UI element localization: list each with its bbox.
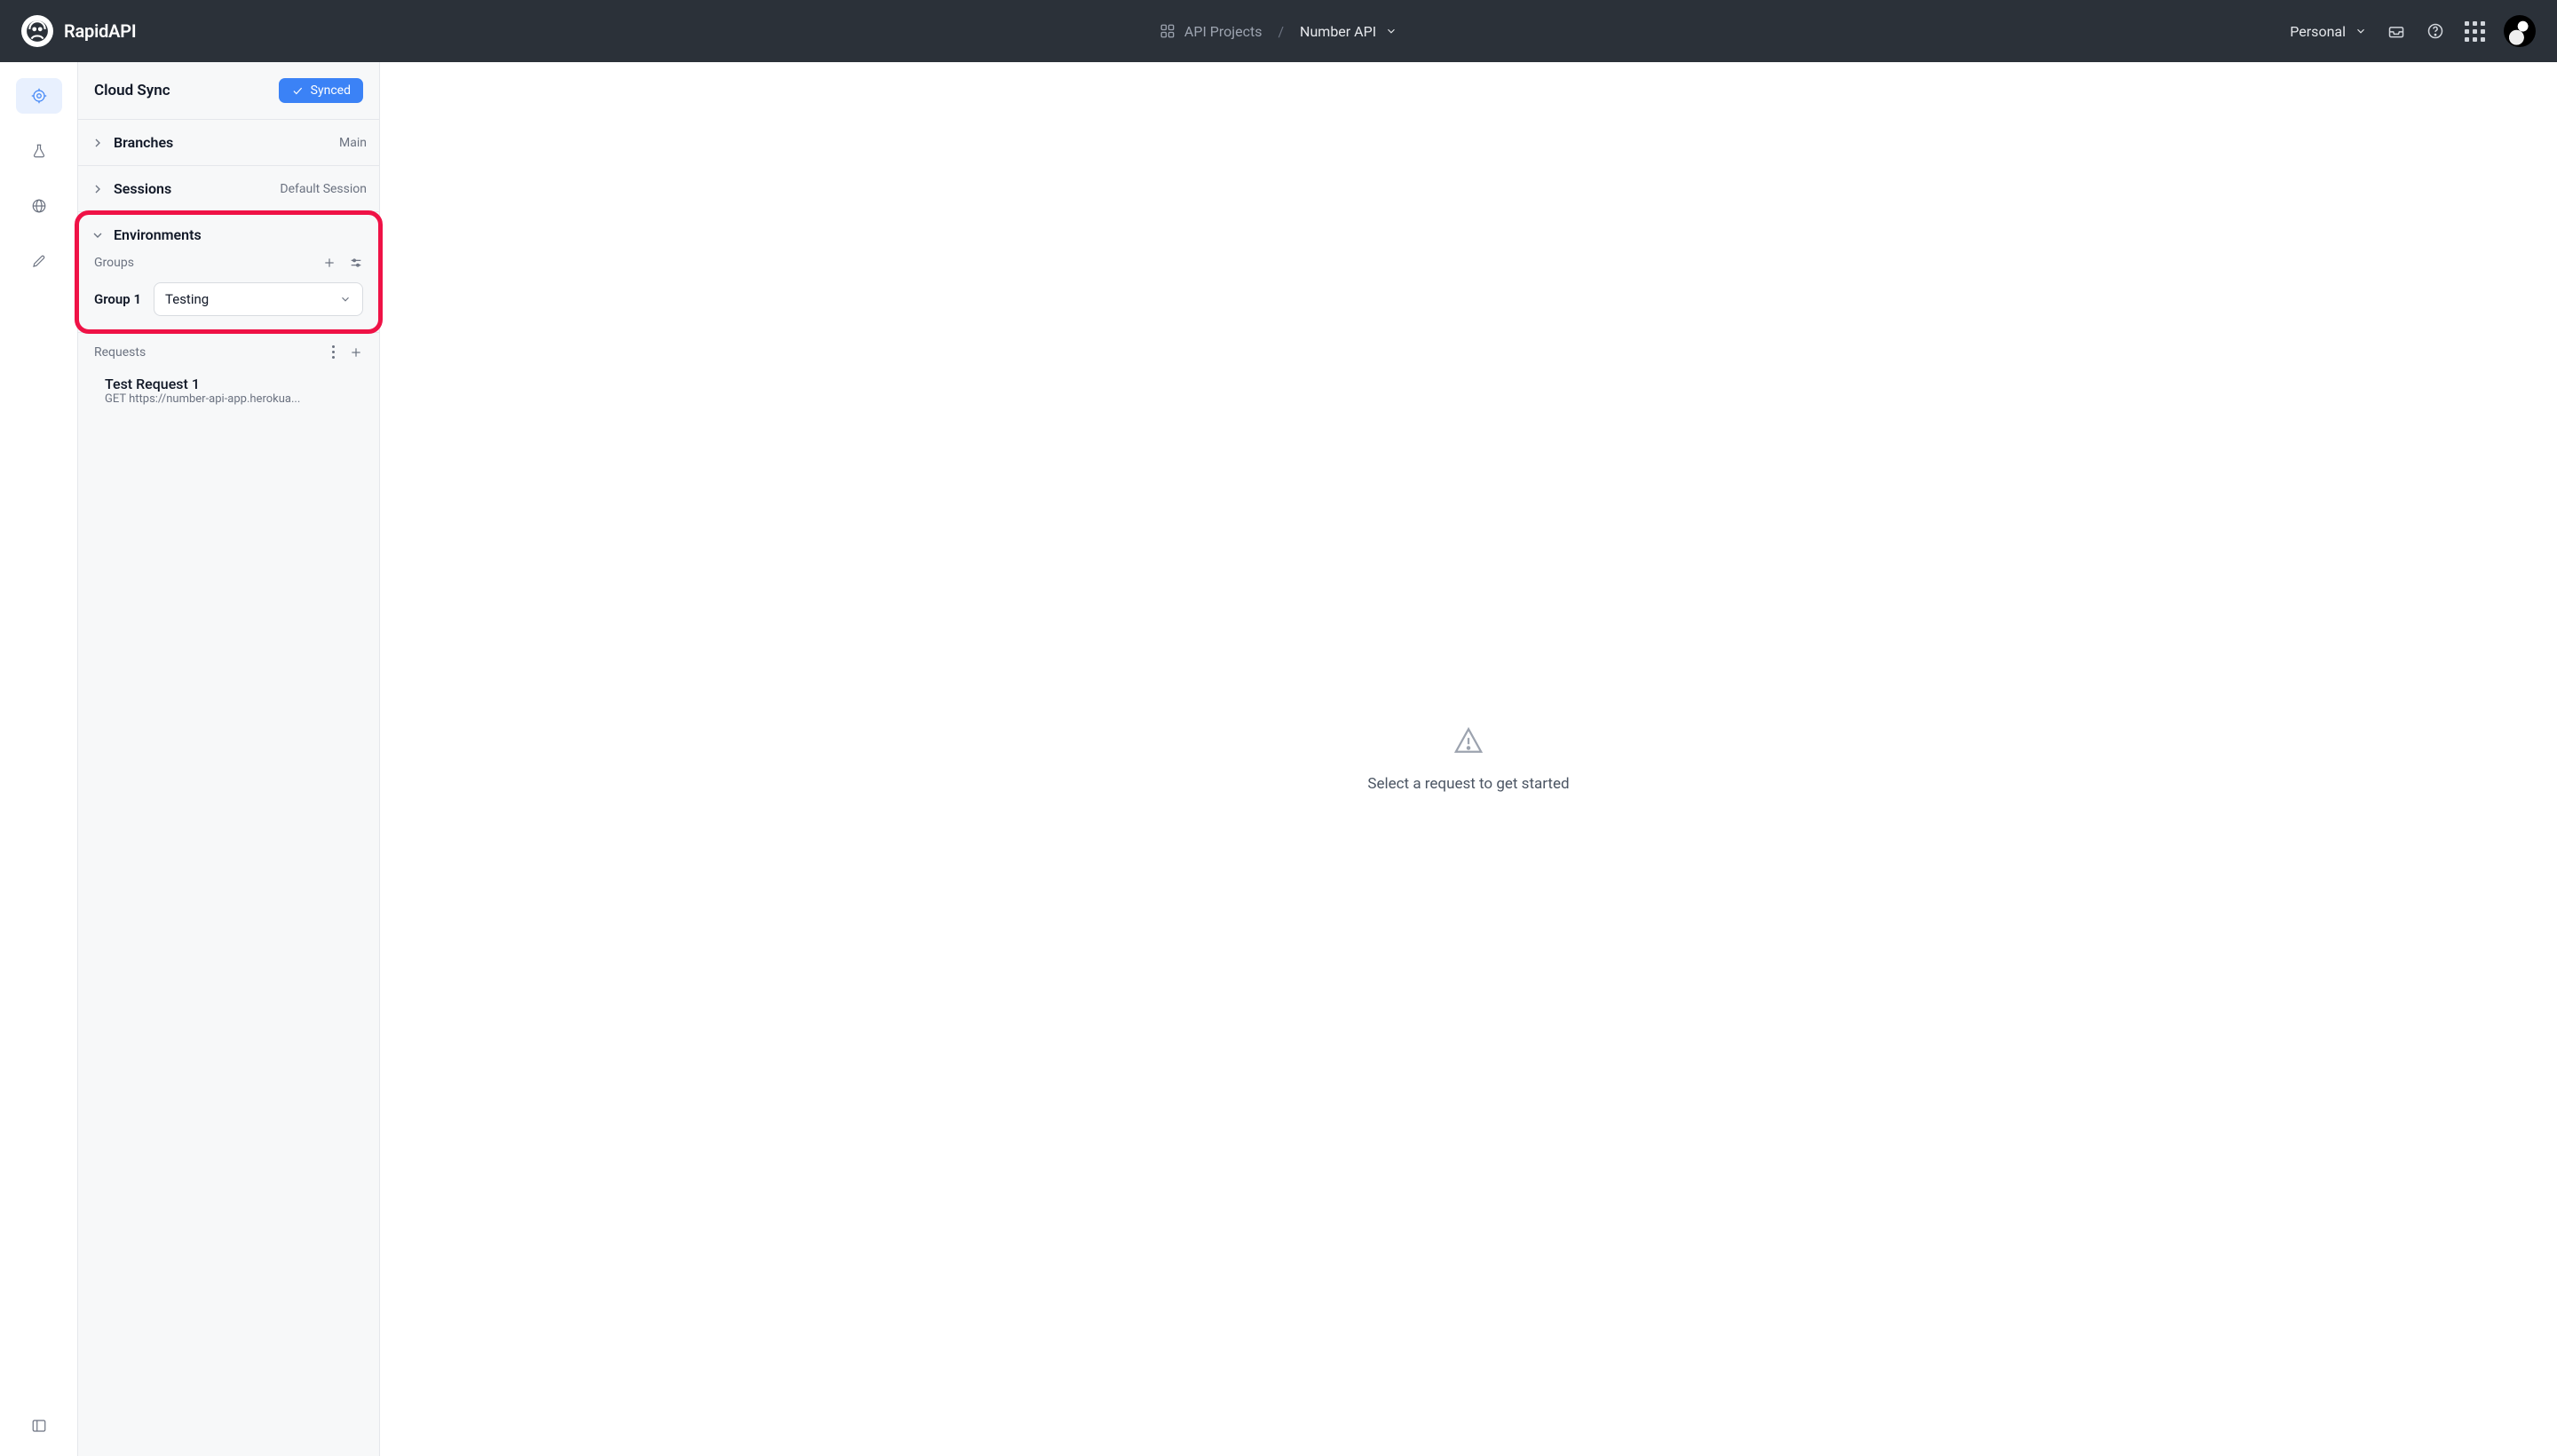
- group-name: Group 1: [94, 291, 141, 307]
- panel-collapse-icon: [31, 1418, 47, 1434]
- environment-select[interactable]: Testing: [154, 282, 363, 316]
- chevron-right-icon: [91, 182, 105, 196]
- branches-label: Branches: [114, 134, 173, 151]
- requests-more-button[interactable]: [332, 345, 335, 360]
- synced-badge[interactable]: Synced: [279, 78, 363, 103]
- chevron-down-icon: [339, 293, 352, 305]
- sessions-label: Sessions: [114, 180, 171, 197]
- help-icon: [2426, 22, 2444, 40]
- environment-selected-value: Testing: [165, 291, 209, 307]
- chevron-right-icon: [91, 136, 105, 150]
- synced-label: Synced: [311, 83, 351, 98]
- side-panel: Cloud Sync Synced Branches Main Se: [78, 62, 380, 1456]
- sliders-icon[interactable]: [349, 256, 363, 270]
- breadcrumb-separator: /: [1278, 23, 1284, 40]
- apps-grid-icon: [2465, 21, 2485, 42]
- warning-icon: [1453, 725, 1484, 756]
- brand-name: RapidAPI: [64, 20, 137, 42]
- pencil-icon: [31, 253, 47, 269]
- sessions-row[interactable]: Sessions Default Session: [78, 166, 379, 211]
- chevron-down-icon: [1385, 25, 1397, 37]
- flask-icon: [31, 143, 47, 159]
- brand[interactable]: RapidAPI: [21, 15, 137, 47]
- inbox-button[interactable]: [2387, 21, 2406, 41]
- rail-tab-tests[interactable]: [16, 133, 62, 169]
- topbar-right: Personal: [2290, 15, 2536, 47]
- chevron-down-icon: [91, 228, 105, 242]
- project-switcher[interactable]: Number API: [1300, 23, 1397, 40]
- branches-value: Main: [339, 136, 367, 150]
- sessions-value: Default Session: [280, 182, 367, 196]
- environments-header[interactable]: Environments: [78, 212, 379, 252]
- environments-label: Environments: [114, 226, 202, 243]
- cloud-sync-title: Cloud Sync: [94, 82, 170, 99]
- apps-button[interactable]: [2465, 21, 2484, 41]
- chevron-down-icon: [2355, 25, 2367, 37]
- target-icon: [31, 88, 47, 104]
- plus-icon[interactable]: [349, 345, 363, 360]
- api-projects-label: API Projects: [1184, 23, 1263, 40]
- rail-tab-network[interactable]: [16, 188, 62, 224]
- avatar[interactable]: [2504, 15, 2536, 47]
- rail-tab-requests[interactable]: [16, 78, 62, 114]
- workspace-switcher[interactable]: Personal: [2290, 23, 2367, 40]
- request-name: Test Request 1: [105, 376, 363, 392]
- check-icon: [291, 84, 304, 97]
- request-item[interactable]: Test Request 1 GET https://number-api-ap…: [78, 367, 379, 415]
- plus-icon[interactable]: [322, 256, 336, 270]
- help-button[interactable]: [2426, 21, 2445, 41]
- rail-collapse-button[interactable]: [16, 1408, 62, 1444]
- current-project-name: Number API: [1300, 23, 1376, 40]
- main-empty-state: Select a request to get started: [380, 62, 2557, 1456]
- requests-label: Requests: [94, 345, 146, 360]
- request-url: GET https://number-api-app.herokua...: [105, 392, 336, 406]
- globe-icon: [31, 198, 47, 214]
- top-bar: RapidAPI API Projects / Number API Perso…: [0, 0, 2557, 62]
- groups-label: Groups: [94, 256, 134, 270]
- empty-state-message: Select a request to get started: [1367, 775, 1569, 793]
- api-projects-link[interactable]: API Projects: [1160, 23, 1263, 40]
- workspace-name: Personal: [2290, 23, 2346, 40]
- inbox-icon: [2387, 22, 2405, 40]
- grid-icon: [1160, 23, 1176, 39]
- breadcrumb: API Projects / Number API: [1160, 23, 1397, 40]
- environments-section: Environments Groups Group 1 Testing: [78, 212, 379, 333]
- branches-row[interactable]: Branches Main: [78, 120, 379, 165]
- brand-logo-icon: [21, 15, 53, 47]
- rail-tab-edit[interactable]: [16, 243, 62, 279]
- left-rail: [0, 62, 78, 1456]
